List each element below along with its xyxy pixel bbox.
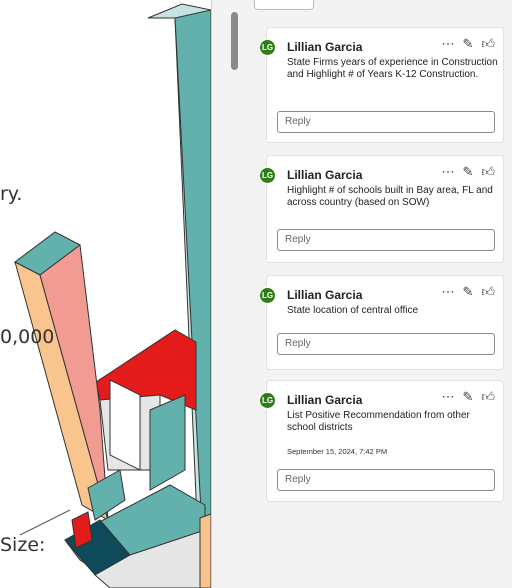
comment-card[interactable]: LG Lillian Garcia ⋯ ✎ 👍︎ List Positive R… bbox=[259, 380, 504, 502]
more-options-icon[interactable]: ⋯ bbox=[442, 36, 455, 52]
comment-text: State Firms years of experience in Const… bbox=[287, 57, 498, 80]
pencil-icon[interactable]: ✎ bbox=[463, 164, 474, 180]
thumbs-up-icon[interactable]: 👍︎ bbox=[481, 389, 495, 405]
comment-timestamp: September 15, 2024, 7:42 PM bbox=[287, 447, 388, 456]
comment-text: Highlight # of schools built in Bay area… bbox=[287, 185, 493, 208]
pencil-icon[interactable]: ✎ bbox=[463, 389, 474, 405]
document-page: ry. 0,000 Size: bbox=[0, 0, 211, 588]
more-options-icon[interactable]: ⋯ bbox=[442, 389, 455, 405]
comment-card[interactable]: LG Lillian Garcia ⋯ ✎ 👍︎ State Firms yea… bbox=[259, 27, 504, 143]
comment-author: Lillian Garcia bbox=[287, 288, 363, 302]
previous-reply-box[interactable] bbox=[254, 0, 314, 10]
avatar: LG bbox=[259, 287, 276, 304]
comment-text: List Positive Recommendation from other … bbox=[287, 410, 470, 433]
comment-actions: ⋯ ✎ 👍︎ bbox=[442, 284, 496, 300]
thumbs-up-icon[interactable]: 👍︎ bbox=[481, 284, 495, 300]
more-options-icon[interactable]: ⋯ bbox=[442, 164, 455, 180]
building-illustration bbox=[14, 3, 211, 588]
comment-card[interactable]: LG Lillian Garcia ⋯ ✎ 👍︎ State location … bbox=[259, 275, 504, 370]
peach-edge bbox=[199, 513, 211, 588]
doc-text-fragment: 0,000 bbox=[0, 326, 55, 348]
reply-input[interactable]: Reply bbox=[277, 229, 495, 251]
white-wall bbox=[109, 379, 141, 471]
thumbs-up-icon[interactable]: 👍︎ bbox=[481, 36, 495, 52]
reply-input[interactable]: Reply bbox=[277, 333, 495, 355]
comments-scrollbar[interactable] bbox=[228, 0, 242, 588]
comment-author: Lillian Garcia bbox=[287, 393, 363, 407]
scrollbar-thumb[interactable] bbox=[231, 12, 238, 70]
avatar: LG bbox=[259, 392, 276, 409]
more-options-icon[interactable]: ⋯ bbox=[442, 284, 455, 300]
doc-text-fragment: Size: bbox=[0, 534, 46, 556]
reply-input[interactable]: Reply bbox=[277, 469, 495, 491]
pencil-icon[interactable]: ✎ bbox=[463, 284, 474, 300]
comment-actions: ⋯ ✎ 👍︎ bbox=[442, 36, 496, 52]
thumbs-up-icon[interactable]: 👍︎ bbox=[481, 164, 495, 180]
comment-actions: ⋯ ✎ 👍︎ bbox=[442, 164, 496, 180]
avatar: LG bbox=[259, 39, 276, 56]
comment-text: State location of central office bbox=[287, 305, 419, 316]
comment-author: Lillian Garcia bbox=[287, 40, 363, 54]
teal-block bbox=[149, 394, 186, 491]
leader-line bbox=[19, 509, 71, 536]
comment-actions: ⋯ ✎ 👍︎ bbox=[442, 389, 496, 405]
comment-author: Lillian Garcia bbox=[287, 168, 363, 182]
doc-text-fragment: ry. bbox=[0, 183, 23, 205]
reply-input[interactable]: Reply bbox=[277, 111, 495, 133]
comment-card[interactable]: LG Lillian Garcia ⋯ ✎ 👍︎ Highlight # of … bbox=[259, 155, 504, 263]
pencil-icon[interactable]: ✎ bbox=[463, 36, 474, 52]
avatar: LG bbox=[259, 167, 276, 184]
